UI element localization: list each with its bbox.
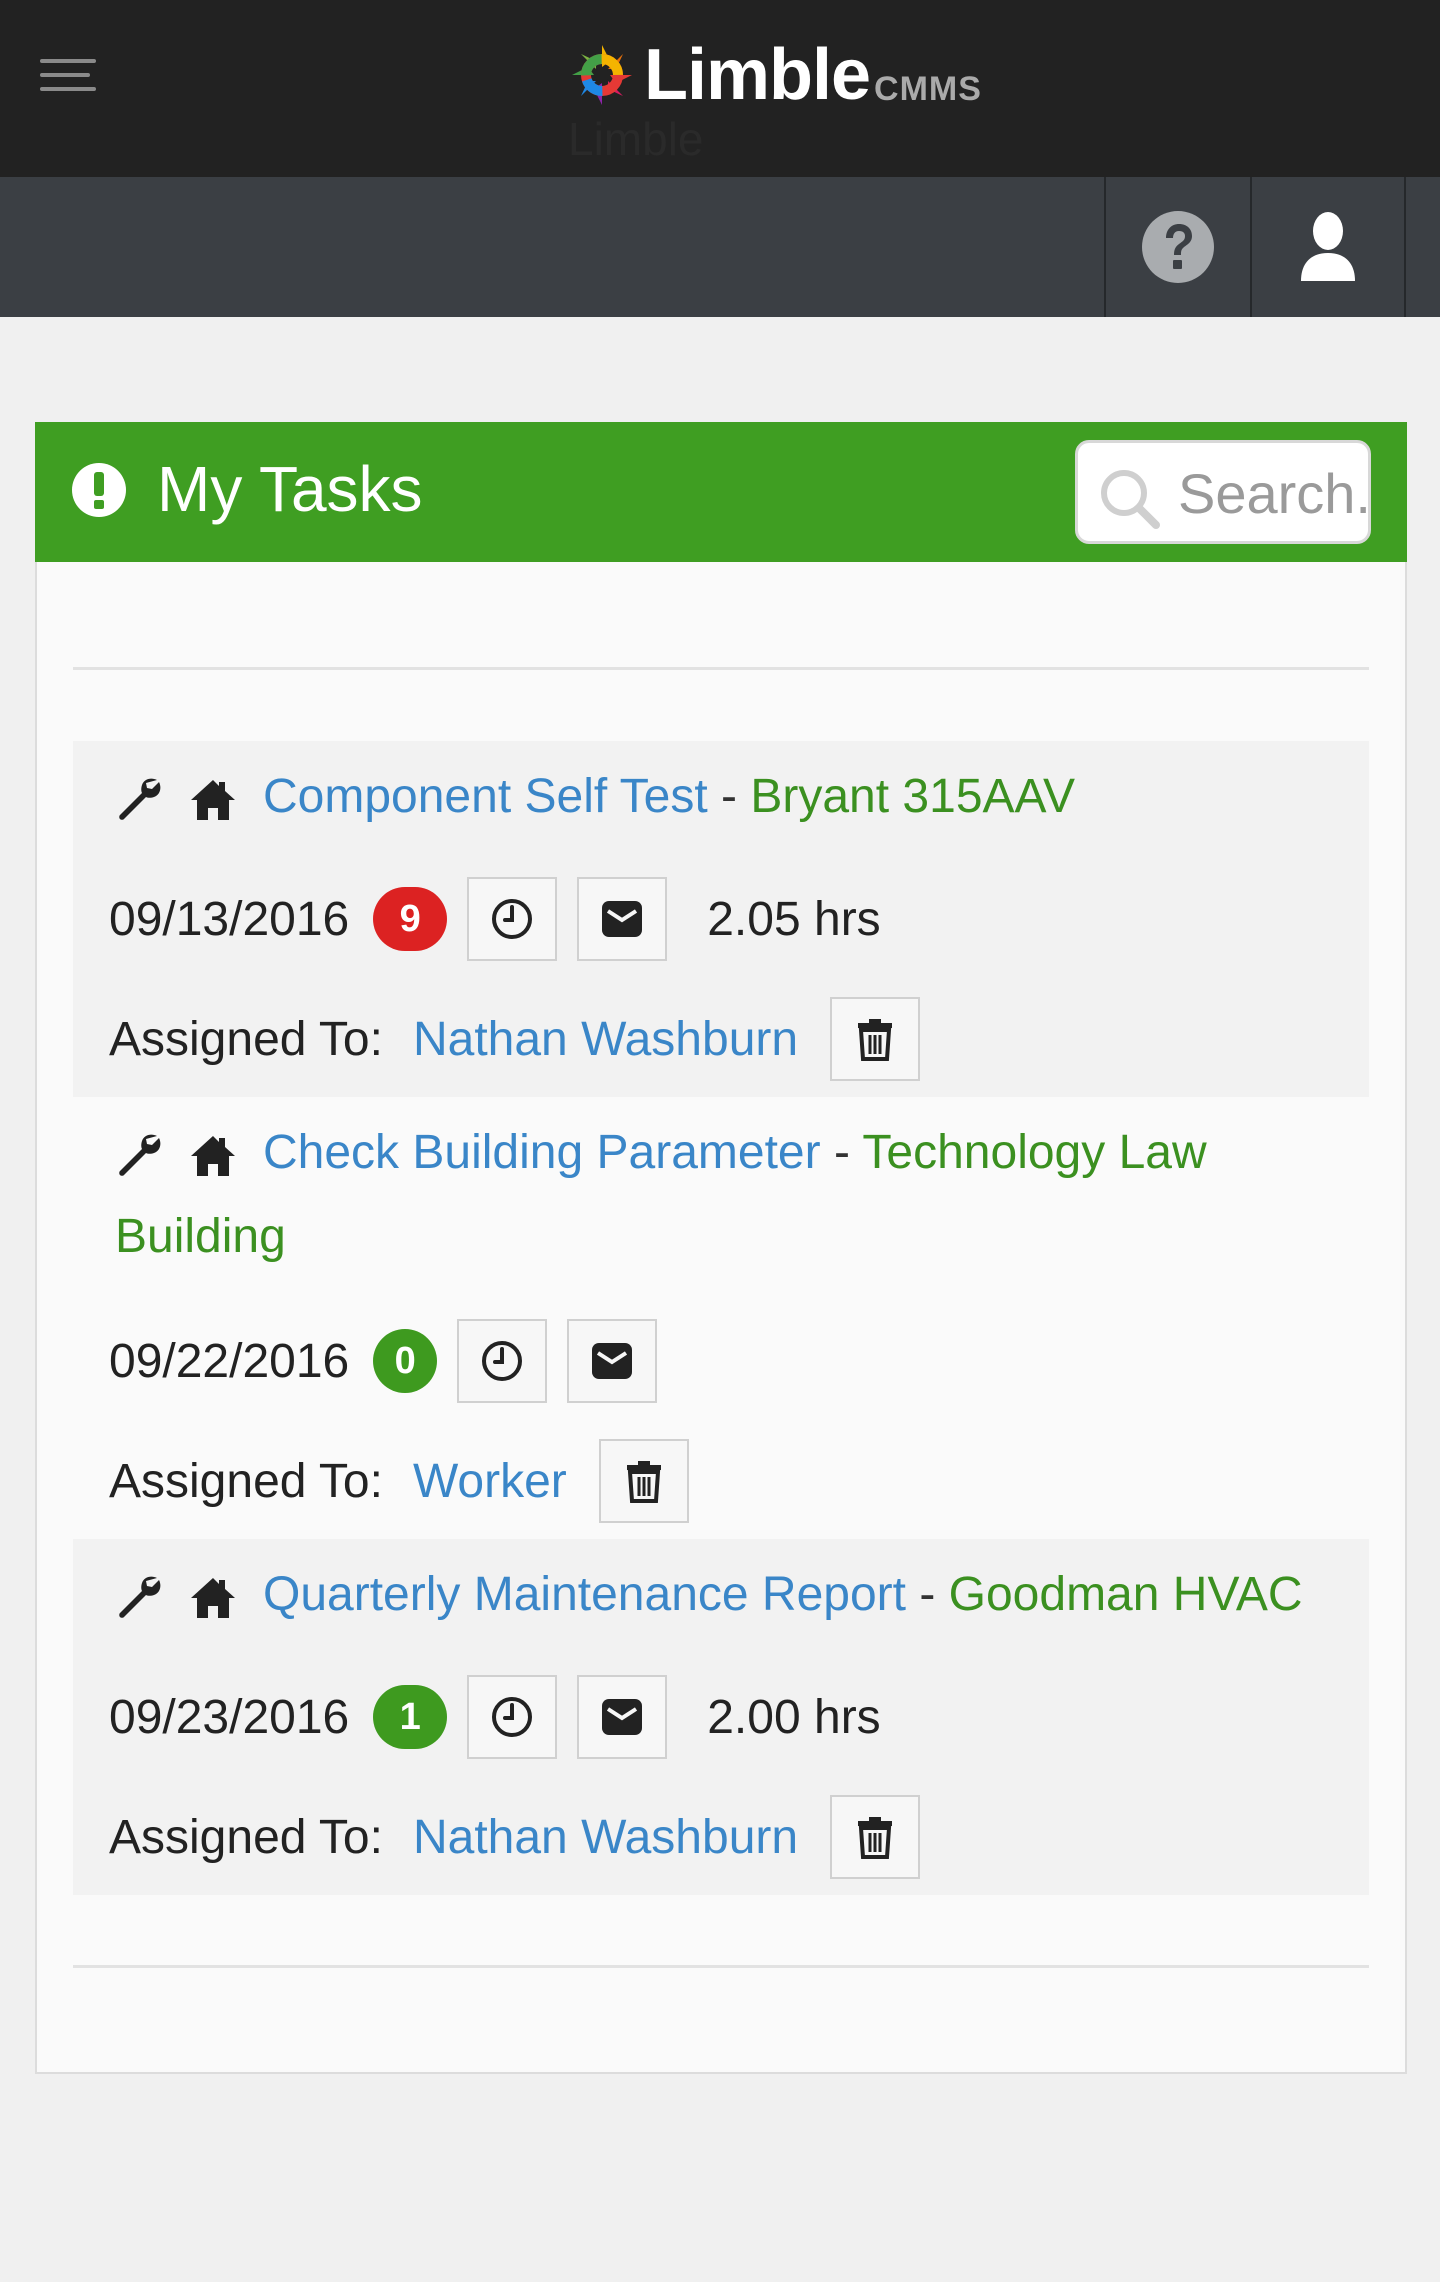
delete-task-button[interactable] (830, 1795, 921, 1879)
home-icon (191, 1578, 235, 1619)
hamburger-icon-line (40, 73, 90, 77)
clock-icon (492, 1697, 533, 1737)
envelope-icon (602, 901, 643, 937)
assigned-label: Assigned To: (109, 1810, 383, 1864)
trash-icon (858, 1019, 893, 1061)
user-icon (1301, 212, 1355, 281)
hamburger-icon (40, 59, 96, 63)
envelope-icon (592, 1343, 633, 1379)
task-detail-row: 09/22/2016 0 (109, 1319, 658, 1403)
wrench-icon (119, 1134, 161, 1177)
app-logo[interactable]: Limble CMMS (566, 30, 982, 120)
task-icons (115, 1130, 263, 1180)
task-title-link[interactable]: Quarterly Maintenance Report (263, 1568, 906, 1621)
task-item-2: Check Building Parameter - Technology La… (73, 1097, 1369, 1539)
trash-icon (858, 1817, 893, 1859)
clock-icon (492, 899, 533, 939)
assignee-link[interactable]: Nathan Washburn (413, 1012, 798, 1067)
search-input[interactable] (1178, 457, 1368, 529)
envelope-icon (602, 1699, 643, 1735)
task-detail-row: 09/13/2016 9 2.05 hrs (109, 877, 881, 961)
task-due-date: 09/22/2016 (109, 1334, 350, 1388)
task-item-1: Component Self Test - Bryant 315AAV 09/1… (73, 741, 1369, 1097)
status-badge: 1 (373, 1685, 448, 1749)
assignee-link[interactable]: Worker (413, 1454, 567, 1509)
search-box[interactable] (1075, 440, 1371, 544)
assignee-link[interactable]: Nathan Washburn (413, 1810, 798, 1865)
title-separator: - (905, 1568, 949, 1621)
home-icon (191, 1136, 235, 1177)
divider-bottom (73, 1965, 1369, 1968)
user-profile-button[interactable] (1250, 177, 1406, 317)
asset-link[interactable]: Bryant 315AAV (750, 770, 1075, 823)
log-time-button[interactable] (467, 877, 558, 961)
exclamation-circle-icon (72, 463, 126, 517)
top-navbar: Limble CMMS Limble (0, 0, 1440, 177)
task-due-date: 09/23/2016 (109, 1690, 350, 1744)
task-hours: 2.00 hrs (707, 1690, 881, 1744)
help-button[interactable] (1104, 177, 1250, 317)
logo-text: Limble (644, 35, 871, 115)
hamburger-icon-line (40, 87, 96, 91)
question-circle-icon (1142, 211, 1214, 283)
delete-task-button[interactable] (830, 997, 921, 1081)
task-hours: 2.05 hrs (707, 892, 881, 946)
task-title-link[interactable]: Component Self Test (263, 770, 708, 823)
send-message-button[interactable] (577, 1675, 668, 1759)
task-title-link[interactable]: Check Building Parameter (263, 1126, 821, 1179)
status-badge: 0 (373, 1329, 438, 1393)
assigned-label: Assigned To: (109, 1454, 383, 1508)
ghost-page-title: Limble (568, 113, 704, 165)
log-time-button[interactable] (467, 1675, 558, 1759)
task-detail-row: 09/23/2016 1 2.00 hrs (109, 1675, 881, 1759)
task-item-3: Quarterly Maintenance Report - Goodman H… (73, 1539, 1369, 1895)
asset-link[interactable]: Goodman HVAC (949, 1568, 1303, 1621)
clock-icon (482, 1341, 523, 1381)
send-message-button[interactable] (577, 877, 668, 961)
title-separator: - (820, 1126, 863, 1179)
divider-top (73, 667, 1369, 670)
assigned-row: Assigned To: Worker (109, 1439, 689, 1523)
task-title-line: Component Self Test - Bryant 315AAV (115, 755, 1329, 839)
search-icon (1101, 470, 1160, 529)
assigned-row: Assigned To: Nathan Washburn (109, 997, 921, 1081)
wrench-icon (119, 1576, 161, 1619)
hamburger-menu-button[interactable] (40, 55, 100, 95)
assigned-row: Assigned To: Nathan Washburn (109, 1795, 921, 1879)
panel-title: My Tasks (157, 453, 423, 525)
task-title-line: Check Building Parameter - Technology La… (115, 1111, 1329, 1279)
my-tasks-header: My Tasks (35, 422, 1407, 562)
trash-icon (626, 1461, 661, 1503)
wrench-icon (119, 778, 161, 821)
home-icon (191, 780, 235, 821)
send-message-button[interactable] (567, 1319, 658, 1403)
gear-logo-icon (572, 45, 632, 105)
log-time-button[interactable] (457, 1319, 548, 1403)
delete-task-button[interactable] (598, 1439, 689, 1523)
title-separator: - (707, 770, 751, 823)
task-due-date: 09/13/2016 (109, 892, 350, 946)
assigned-label: Assigned To: (109, 1012, 383, 1066)
status-badge: 9 (373, 887, 448, 951)
logo-suffix: CMMS (874, 69, 982, 108)
secondary-toolbar (0, 177, 1440, 317)
task-icons (115, 1572, 263, 1622)
task-icons (115, 774, 263, 824)
task-title-line: Quarterly Maintenance Report - Goodman H… (115, 1553, 1329, 1637)
